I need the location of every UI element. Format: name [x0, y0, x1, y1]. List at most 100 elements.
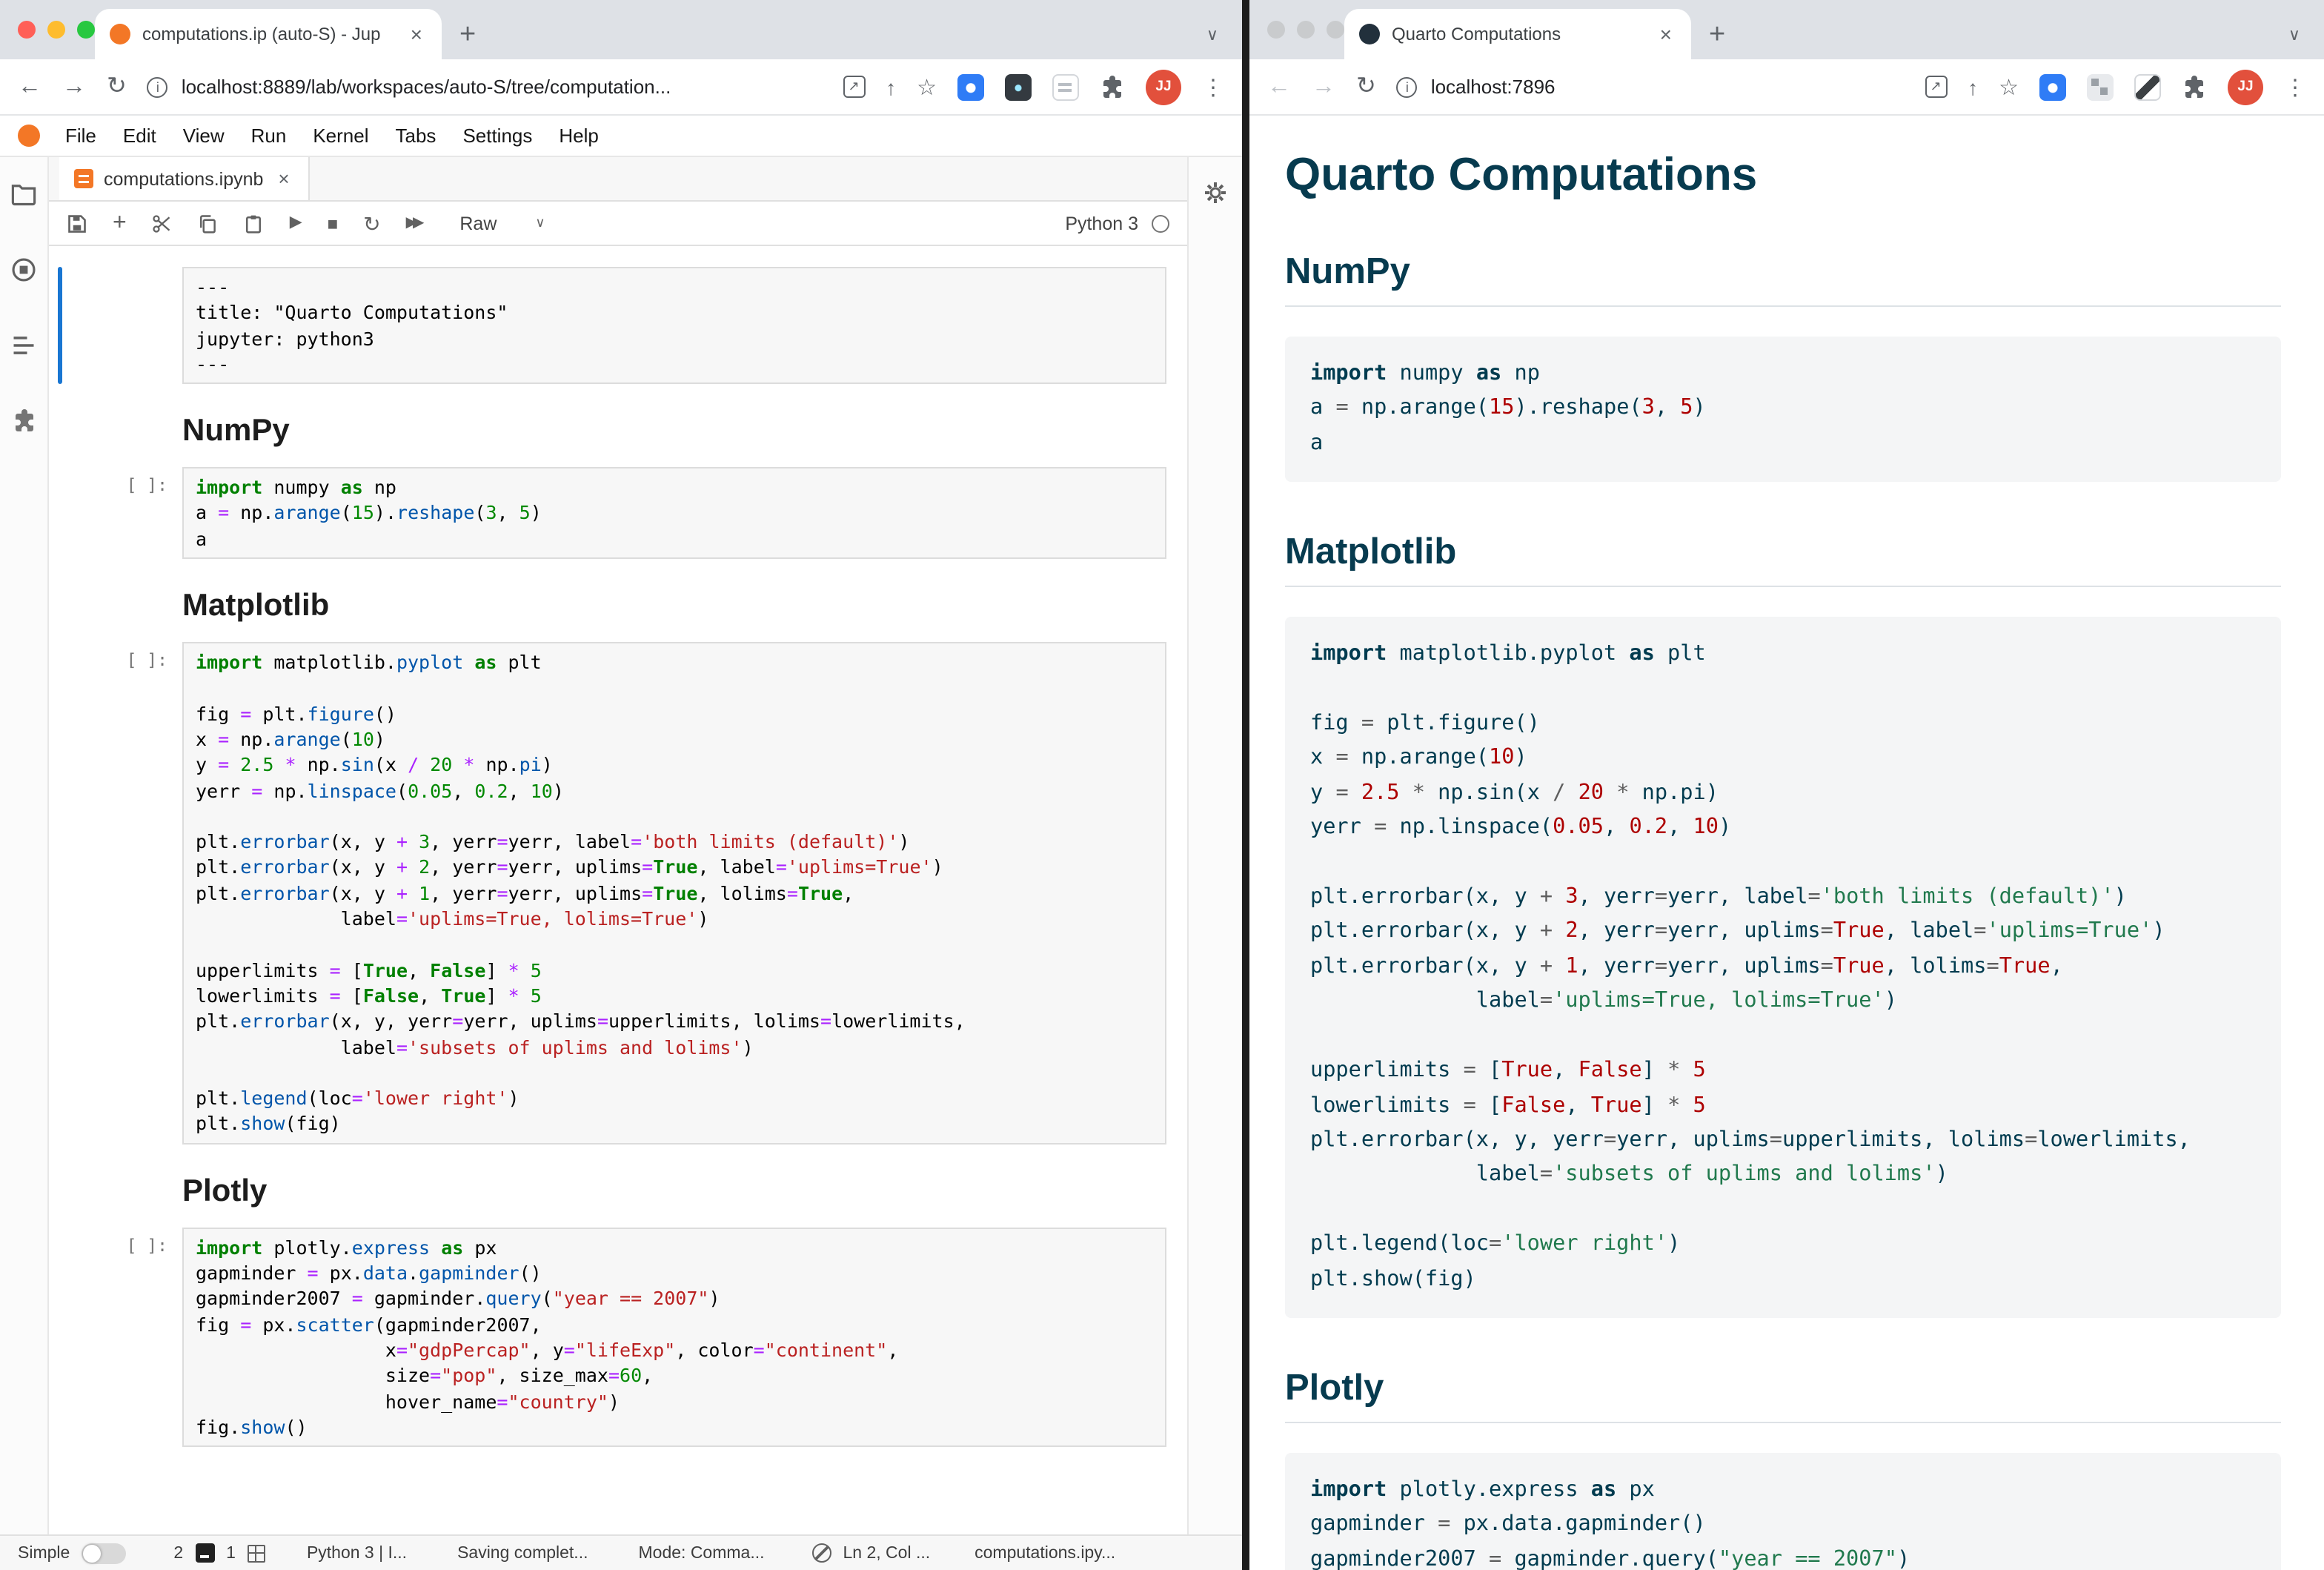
bookmark-star-icon[interactable]: ☆	[917, 73, 937, 100]
code-cell-matplotlib[interactable]: [ ]: import matplotlib.pyplot as plt fig…	[58, 642, 1166, 1144]
browser-tab-title: Quarto Computations	[1392, 24, 1644, 44]
notebook-tab-title: computations.ipynb	[104, 168, 263, 189]
menu-settings[interactable]: Settings	[449, 125, 545, 147]
extension-stripe-icon[interactable]	[2134, 73, 2161, 100]
profile-avatar[interactable]: JJ	[2228, 69, 2263, 105]
extensions-puzzle-icon[interactable]	[2182, 74, 2207, 99]
run-icon[interactable]: ▶	[290, 215, 302, 231]
zoom-traffic-light[interactable]	[77, 21, 95, 39]
share-icon[interactable]: ↑	[1968, 75, 1978, 99]
notebook-icon	[74, 169, 93, 188]
kernel-indicator[interactable]: Python 3	[1065, 213, 1169, 233]
simple-mode-toggle[interactable]	[82, 1543, 126, 1563]
back-icon[interactable]: ←	[1267, 75, 1291, 99]
notebook-heading-numpy: NumPy	[182, 414, 1146, 449]
stop-icon[interactable]: ■	[328, 214, 339, 232]
forward-icon[interactable]: →	[1312, 75, 1335, 99]
code-cell-numpy[interactable]: [ ]: import numpy as npa = np.arange(15)…	[58, 467, 1166, 559]
menu-file[interactable]: File	[52, 125, 110, 147]
restart-kernel-icon[interactable]: ↻	[363, 213, 380, 233]
markdown-cell-plotly[interactable]: Plotly	[182, 1173, 1146, 1209]
raw-cell-editor[interactable]: ---title: "Quarto Computations"jupyter: …	[182, 267, 1166, 384]
close-traffic-light[interactable]	[18, 21, 36, 39]
address-bar[interactable]: localhost:8889/lab/workspaces/auto-S/tre…	[147, 76, 822, 98]
browser-tab-title: computations.ip (auto-S) - Jup	[142, 24, 394, 44]
extension-manager-icon[interactable]	[11, 408, 36, 433]
restart-run-all-icon[interactable]: ▶▶	[406, 216, 420, 231]
code-cell-matplotlib-editor[interactable]: import matplotlib.pyplot as plt fig = pl…	[182, 642, 1166, 1144]
code-cell-numpy-editor[interactable]: import numpy as npa = np.arange(15).resh…	[182, 467, 1166, 559]
cut-icon[interactable]	[152, 213, 173, 233]
code-block-plotly: import plotly.express as pxgapminder = p…	[1285, 1453, 2281, 1570]
kernel-count[interactable]: 2	[173, 1544, 183, 1562]
new-tab-button[interactable]: +	[459, 21, 476, 49]
cell-type-dropdown[interactable]: Raw ∨	[459, 213, 545, 233]
minimize-traffic-light[interactable]	[1297, 21, 1315, 39]
property-inspector-gear-icon[interactable]	[1204, 181, 1227, 205]
save-icon[interactable]	[67, 213, 87, 233]
open-in-new-icon[interactable]	[843, 76, 865, 98]
menu-kernel[interactable]: Kernel	[299, 125, 382, 147]
kernel-status-text[interactable]: Python 3 | I...	[307, 1544, 407, 1562]
browser-tab[interactable]: Quarto Computations ×	[1344, 9, 1691, 59]
line-col-text[interactable]: Ln 2, Col ...	[843, 1544, 931, 1562]
open-in-new-icon[interactable]	[1925, 76, 1947, 98]
address-bar[interactable]: localhost:7896	[1397, 76, 1904, 98]
table-of-contents-icon[interactable]	[10, 332, 37, 359]
menu-edit[interactable]: Edit	[110, 125, 170, 147]
reload-icon[interactable]: ↻	[107, 75, 127, 99]
page-title: Quarto Computations	[1285, 148, 2281, 202]
browser-tab[interactable]: computations.ip (auto-S) - Jup ×	[95, 9, 442, 59]
notebook-scroll-area[interactable]: ---title: "Quarto Computations"jupyter: …	[49, 246, 1187, 1534]
document-tabbar: computations.ipynb ×	[49, 157, 1187, 202]
traffic-lights	[1267, 21, 1344, 39]
code-cell-plotly-editor[interactable]: import plotly.express as pxgapminder = p…	[182, 1227, 1166, 1447]
site-info-icon[interactable]	[147, 76, 168, 97]
cell-prompt: [ ]:	[70, 467, 182, 559]
copy-icon[interactable]	[198, 213, 219, 233]
running-sessions-icon[interactable]	[10, 256, 37, 283]
share-icon[interactable]: ↑	[886, 75, 896, 99]
site-info-icon[interactable]	[1397, 76, 1418, 97]
zoom-traffic-light[interactable]	[1327, 21, 1344, 39]
close-traffic-light[interactable]	[1267, 21, 1285, 39]
simple-mode-label: Simple	[18, 1544, 70, 1562]
paste-icon[interactable]	[244, 213, 265, 233]
tab-close-icon[interactable]: ×	[406, 22, 427, 46]
code-cell-plotly[interactable]: [ ]: import plotly.express as pxgapminde…	[58, 1227, 1166, 1447]
bookmark-star-icon[interactable]: ☆	[1999, 73, 2019, 100]
code-block-numpy: import numpy as npa = np.arange(15).resh…	[1285, 337, 2281, 482]
tab-search-chevron-icon[interactable]: ∨	[1206, 25, 1218, 44]
tab-search-chevron-icon[interactable]: ∨	[2288, 25, 2300, 44]
extension-grid-icon[interactable]	[2087, 73, 2114, 100]
traffic-lights	[18, 21, 95, 39]
cell-selection-bar	[58, 267, 62, 384]
jupyterlab-right-sidebar	[1187, 157, 1242, 1534]
forward-icon[interactable]: →	[62, 75, 86, 99]
browser-menu-icon[interactable]: ⋮	[2284, 73, 2306, 100]
extension-dark-icon[interactable]	[1005, 73, 1032, 100]
extension-doc-icon[interactable]	[1052, 73, 1079, 100]
reload-icon[interactable]: ↻	[1356, 75, 1376, 99]
menu-help[interactable]: Help	[545, 125, 612, 147]
new-tab-button[interactable]: +	[1709, 21, 1725, 49]
back-icon[interactable]: ←	[18, 75, 42, 99]
terminal-count[interactable]: 1	[226, 1544, 236, 1562]
profile-avatar[interactable]: JJ	[1146, 69, 1181, 105]
menu-tabs[interactable]: Tabs	[382, 125, 450, 147]
file-browser-icon[interactable]	[10, 181, 37, 208]
menu-run[interactable]: Run	[238, 125, 300, 147]
menu-view[interactable]: View	[170, 125, 238, 147]
markdown-cell-numpy[interactable]: NumPy	[182, 414, 1146, 449]
add-cell-icon[interactable]: +	[113, 211, 127, 235]
notebook-tab[interactable]: computations.ipynb ×	[59, 157, 311, 200]
extension-camera-icon[interactable]	[957, 73, 984, 100]
extensions-puzzle-icon[interactable]	[1100, 74, 1125, 99]
raw-cell[interactable]: ---title: "Quarto Computations"jupyter: …	[58, 267, 1166, 384]
extension-camera-icon[interactable]	[2039, 73, 2066, 100]
browser-menu-icon[interactable]: ⋮	[1202, 73, 1224, 100]
notebook-tab-close-icon[interactable]: ×	[273, 168, 293, 190]
minimize-traffic-light[interactable]	[47, 21, 65, 39]
markdown-cell-matplotlib[interactable]: Matplotlib	[182, 589, 1146, 624]
tab-close-icon[interactable]: ×	[1656, 22, 1676, 46]
